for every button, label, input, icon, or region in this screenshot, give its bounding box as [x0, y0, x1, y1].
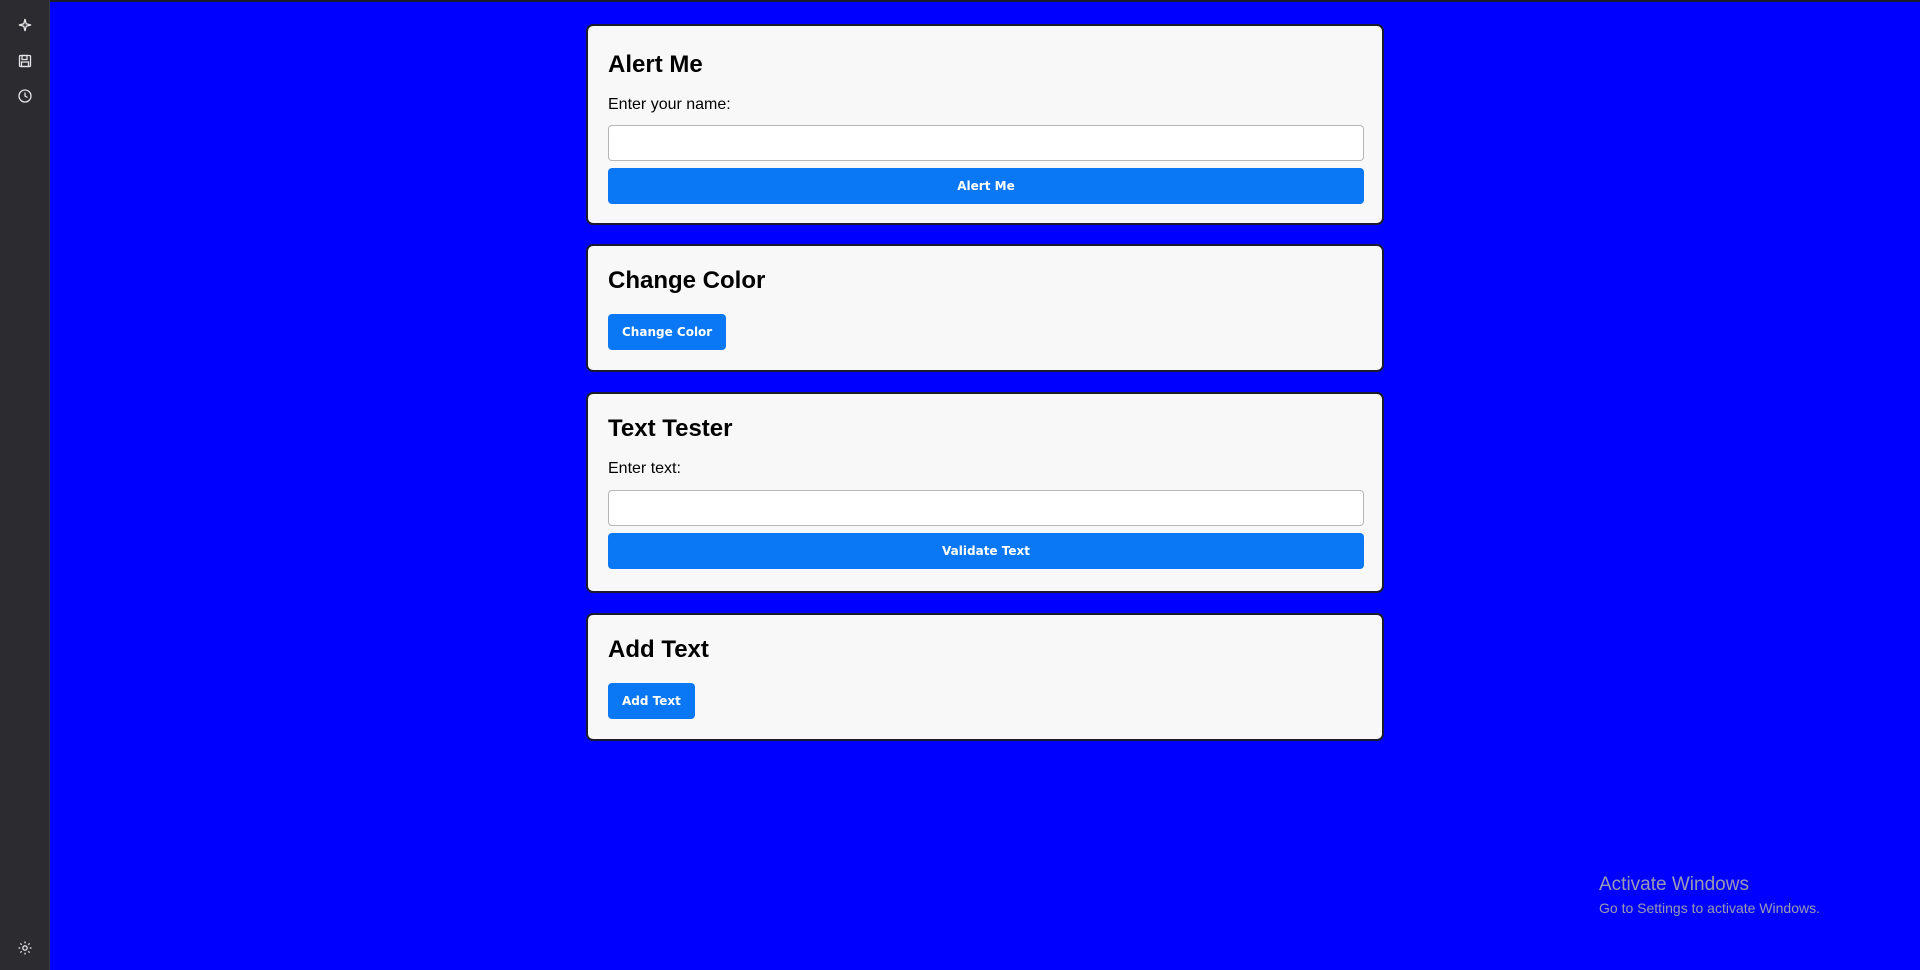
add-text-button[interactable]: Add Text [608, 683, 695, 719]
text-tester-title: Text Tester [608, 415, 733, 442]
name-input[interactable] [608, 125, 1364, 161]
activate-windows-watermark: Activate Windows Go to Settings to activ… [1599, 874, 1820, 916]
change-color-button[interactable]: Change Color [608, 314, 727, 350]
main-canvas: Alert Me Enter your name: Alert Me Chang… [50, 0, 1920, 970]
watermark-title: Activate Windows [1599, 874, 1749, 895]
settings-icon[interactable] [12, 935, 38, 961]
text-input[interactable] [608, 490, 1364, 526]
change-color-title: Change Color [608, 267, 766, 294]
text-tester-card: Text Tester Enter text: Validate Text [586, 392, 1384, 593]
alert-card-title: Alert Me [608, 51, 703, 78]
history-icon[interactable] [12, 83, 38, 109]
save-icon[interactable] [12, 48, 38, 74]
text-label: Enter text: [608, 460, 681, 477]
name-label: Enter your name: [608, 96, 731, 113]
change-color-card: Change Color Change Color [586, 244, 1384, 372]
left-sidebar [0, 0, 50, 970]
add-text-title: Add Text [608, 636, 709, 663]
alert-card: Alert Me Enter your name: Alert Me [586, 24, 1384, 225]
watermark-subtitle: Go to Settings to activate Windows. [1599, 900, 1820, 916]
add-text-card: Add Text Add Text [586, 613, 1384, 741]
alert-me-button[interactable]: Alert Me [608, 168, 1364, 204]
validate-text-button[interactable]: Validate Text [608, 533, 1364, 569]
sparkle-icon[interactable] [12, 12, 38, 38]
